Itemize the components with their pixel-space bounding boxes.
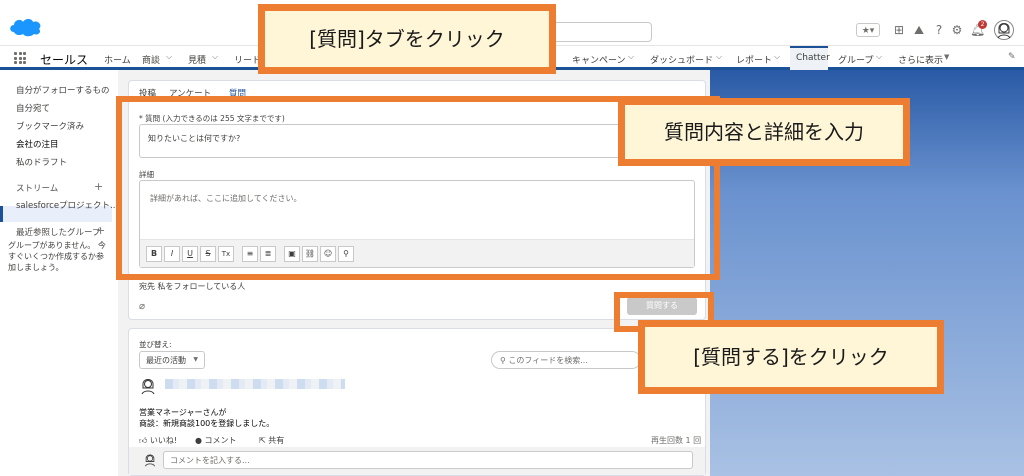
chevron-down-icon[interactable]: ⌵: [166, 52, 172, 62]
sidebar-item-following[interactable]: 自分がフォローするもの: [16, 84, 110, 96]
nav-tab-campaigns[interactable]: キャンペーン: [572, 53, 626, 66]
favorites-icon[interactable]: ★▾: [856, 23, 880, 37]
to-recipient[interactable]: 私をフォローしている人: [158, 282, 246, 291]
sidebar-item-drafts[interactable]: 私のドラフト: [16, 156, 67, 168]
callout-enter-question: 質問内容と詳細を入力: [618, 98, 910, 166]
streams-heading: ストリーム: [16, 184, 59, 194]
feed-sidebar: 自分がフォローするもの 自分宛て ブックマーク済み 会社の注目 私のドラフト ス…: [0, 70, 118, 476]
post-line-2[interactable]: 商談：新規商談100を登録しました。: [139, 418, 274, 429]
help-icon[interactable]: ?: [932, 23, 946, 37]
user-avatar[interactable]: [994, 20, 1014, 40]
sidebar-item-stream[interactable]: salesforceプロジェクト...: [16, 199, 118, 211]
chevron-down-icon[interactable]: ⌵: [774, 52, 780, 62]
to-label-text: 宛先: [139, 282, 155, 291]
nav-tab-chatter[interactable]: Chatter: [796, 53, 830, 63]
like-button[interactable]: 👍︎ いいね!: [139, 435, 177, 446]
nav-tab-dashboards[interactable]: ダッシュボード: [650, 53, 713, 66]
sidebar-item-company-highlights[interactable]: 会社の注目: [16, 138, 59, 150]
callout-click-question-tab: [質問]タブをクリック: [258, 4, 556, 74]
comment-input[interactable]: コメントを記入する...: [163, 451, 693, 469]
caret-down-icon: ▼: [193, 356, 198, 363]
share-label: 共有: [268, 436, 285, 445]
attach-paperclip-icon[interactable]: ⌀: [139, 301, 145, 312]
notification-badge: 2: [978, 20, 987, 29]
post-line-1: 営業マネージャーさんが: [139, 408, 227, 417]
post-body: 営業マネージャーさんが 商談：新規商談100を登録しました。: [139, 407, 274, 429]
nav-tab-groups[interactable]: グループ: [838, 53, 873, 66]
feed-search-placeholder: このフィードを検索...: [508, 356, 588, 365]
nav-tab-quotes[interactable]: 見積: [188, 53, 206, 66]
thumbs-up-icon: 👍︎: [139, 436, 150, 445]
nav-tab-opportunities[interactable]: 商談: [142, 53, 160, 66]
groups-empty-text: グループがありません。 今すぐいくつか作成するか参加しましょう。: [8, 241, 106, 272]
callout-click-ask: [質問する]をクリック: [638, 320, 944, 394]
add-stream-icon[interactable]: +: [94, 180, 103, 193]
edit-pencil-icon[interactable]: ✎: [1008, 52, 1016, 62]
nav-tab-leads[interactable]: リード: [234, 53, 261, 66]
add-icon[interactable]: ⊞: [892, 23, 906, 37]
trailhead-icon[interactable]: ⛰: [912, 23, 926, 37]
nav-tab-home[interactable]: ホーム: [104, 53, 131, 66]
chevron-down-icon[interactable]: ⌵: [212, 52, 218, 62]
blurred-author-name: [165, 379, 345, 389]
comment-button[interactable]: ● コメント: [195, 435, 237, 446]
setup-gear-icon[interactable]: ⚙: [950, 23, 964, 37]
caret-down-icon[interactable]: ▼: [944, 53, 949, 61]
chevron-down-icon[interactable]: ⌵: [876, 52, 882, 62]
sidebar-item-to-me[interactable]: 自分宛て: [16, 102, 50, 114]
current-user-avatar: [144, 454, 156, 467]
share-button[interactable]: ⇱ 共有: [259, 435, 284, 446]
sort-value: 最近の活動: [146, 356, 186, 365]
to-label: 宛先 私をフォローしている人: [139, 281, 245, 292]
comment-bar: コメントを記入する...: [129, 447, 705, 475]
chevron-down-icon[interactable]: ⌵: [716, 52, 722, 62]
sort-label: 並び替え:: [139, 340, 172, 349]
app-launcher-icon[interactable]: [14, 52, 26, 64]
nav-tab-reports[interactable]: レポート: [736, 53, 772, 66]
sort-select[interactable]: 最近の活動 ▼: [139, 351, 205, 369]
post-author-avatar[interactable]: [139, 377, 157, 395]
view-count: 再生回数 1 回: [651, 436, 702, 445]
add-group-icon[interactable]: +: [96, 224, 105, 237]
comment-bubble-icon: ●: [195, 436, 205, 445]
chatter-feed: 並び替え: 最近の活動 ▼ ⚲ このフィードを検索... 営業マネージャーさんが …: [128, 328, 706, 476]
like-label: いいね!: [149, 436, 178, 445]
sidebar-item-bookmarked[interactable]: ブックマーク済み: [16, 120, 84, 132]
salesforce-logo[interactable]: [8, 14, 44, 38]
share-icon: ⇱: [259, 436, 269, 445]
chevron-down-icon[interactable]: ⌵: [628, 52, 634, 62]
comment-label: コメント: [204, 436, 237, 445]
global-search-input[interactable]: [548, 22, 652, 42]
nav-more[interactable]: さらに表示: [898, 53, 943, 66]
recent-groups-heading: 最近参照したグループ: [16, 228, 101, 238]
app-name: セールス: [40, 53, 89, 67]
feed-search-input[interactable]: ⚲ このフィードを検索...: [491, 351, 641, 369]
